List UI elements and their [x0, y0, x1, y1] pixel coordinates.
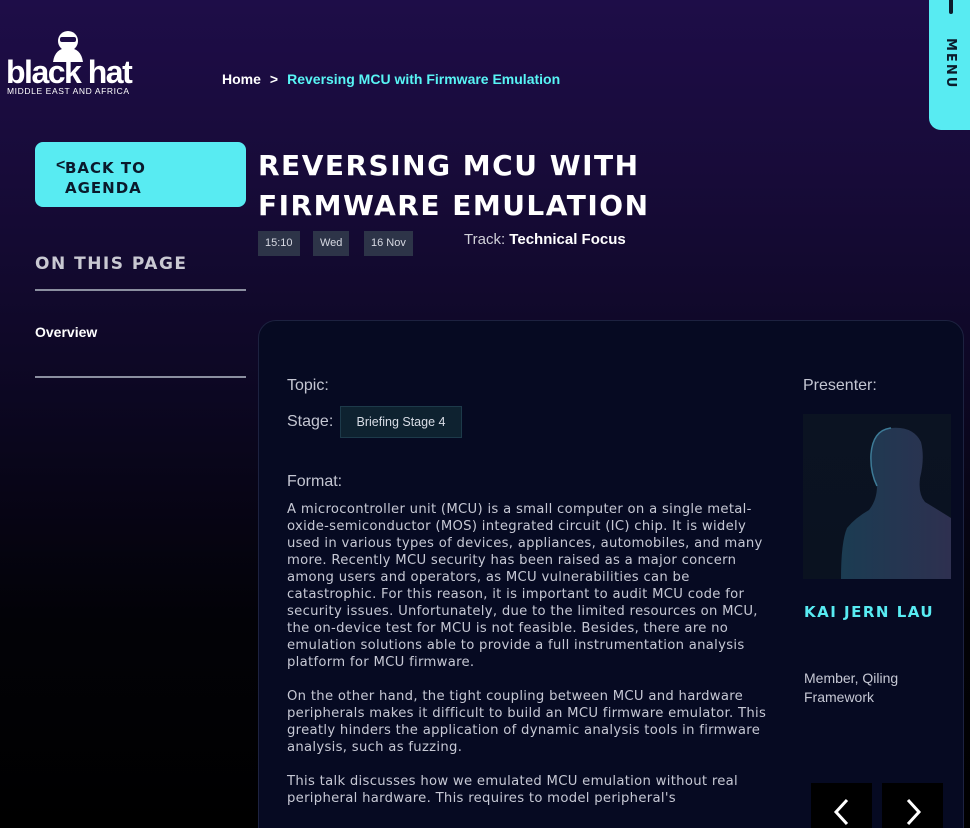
page-title: Reversing MCU with Firmware Emulation [258, 149, 650, 222]
black-hat-logo[interactable]: black hat MIDDLE EAST AND AFRICA [6, 30, 186, 98]
chevron-right-icon [906, 798, 921, 826]
presenter-photo[interactable] [803, 414, 951, 579]
logo-subtitle: MIDDLE EAST AND AFRICA [7, 86, 130, 96]
chevron-left-icon [833, 798, 848, 826]
track-label: Track: [464, 231, 506, 248]
sidebar-divider-top [35, 289, 246, 291]
sidebar-link-overview[interactable]: Overview [35, 324, 97, 340]
back-to-agenda-label: Back to Agenda [65, 159, 146, 197]
menu-label: MENU [943, 38, 958, 90]
breadcrumb-separator: > [269, 71, 279, 87]
format-label: Format: [287, 473, 343, 490]
breadcrumb-current-page[interactable]: Reversing MCU with Firmware Emulation [287, 71, 560, 87]
presenter-label: Presenter: [803, 377, 877, 394]
presenter-silhouette-icon [841, 427, 951, 579]
next-presenter-button[interactable] [882, 783, 943, 828]
session-time-badge: 15:10 [258, 231, 300, 256]
description-paragraph: On the other hand, the tight coupling be… [287, 689, 767, 755]
menu-handle-icon [949, 0, 953, 14]
menu-button[interactable]: MENU [929, 0, 970, 130]
track-info: Track: Technical Focus [464, 231, 626, 248]
session-day-badge: Wed [313, 231, 350, 256]
presenter-role: Member, Qiling Framework [804, 670, 899, 705]
session-description: A microcontroller unit (MCU) is a small … [287, 501, 779, 824]
back-to-agenda-button[interactable]: < Back to Agenda [35, 142, 246, 207]
topic-label: Topic: [287, 377, 329, 394]
session-date-badge: 16 Nov [364, 231, 413, 256]
chevron-left-icon: < [56, 157, 66, 174]
breadcrumb-home-link[interactable]: Home [222, 71, 261, 87]
stage-label: Stage: [287, 413, 334, 430]
on-this-page-heading: On This Page [35, 254, 188, 274]
sidebar-divider-bottom [35, 376, 246, 378]
presenter-name[interactable]: Kai Jern Lau [804, 600, 944, 624]
description-paragraph: A microcontroller unit (MCU) is a small … [287, 502, 763, 670]
previous-presenter-button[interactable] [811, 783, 872, 828]
stage-badge: Briefing Stage 4 [340, 406, 462, 438]
breadcrumb: Home > Reversing MCU with Firmware Emula… [222, 71, 560, 87]
track-value: Technical Focus [509, 231, 626, 248]
description-paragraph: This talk discusses how we emulated MCU … [287, 774, 739, 806]
